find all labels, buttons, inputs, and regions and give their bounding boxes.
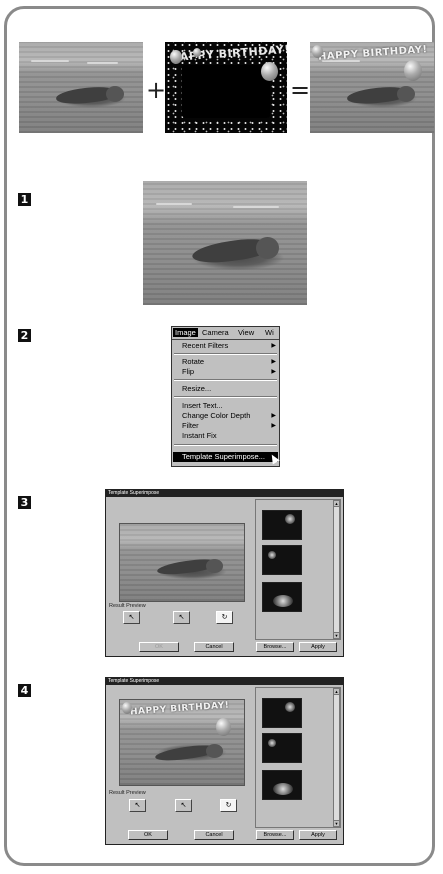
- menu-item-flip[interactable]: Flip ▶: [182, 367, 278, 377]
- cancel-button[interactable]: Cancel: [194, 642, 234, 652]
- step-4-badge: 4: [18, 684, 31, 697]
- plus-sign: +: [146, 76, 167, 104]
- template-thumbnail-2[interactable]: [262, 545, 302, 575]
- submenu-arrow-icon: ▶: [271, 423, 276, 429]
- template-list: ▲ ▼: [255, 687, 341, 828]
- menu-item-resize[interactable]: Resize...: [182, 384, 278, 394]
- tool-button-2[interactable]: ↖: [175, 799, 192, 812]
- submenu-arrow-icon: ▶: [271, 413, 276, 419]
- source-photo: [19, 42, 143, 133]
- template-thumbnail-2[interactable]: [262, 733, 302, 763]
- submenu-arrow-icon: ▶: [271, 369, 276, 375]
- browse-button[interactable]: Browse...: [256, 830, 294, 840]
- menu-item-instant-fix[interactable]: Instant Fix: [182, 431, 278, 441]
- menu-bar: Image Camera View Wi: [172, 327, 279, 340]
- equals-sign: =: [290, 76, 311, 104]
- menu-item-insert-text[interactable]: Insert Text...: [182, 401, 278, 411]
- tool-button-1[interactable]: ↖: [123, 611, 140, 624]
- apply-button[interactable]: Apply: [299, 830, 337, 840]
- template-thumbnail-3[interactable]: [262, 770, 302, 800]
- template-list-scrollbar[interactable]: ▲ ▼: [333, 688, 340, 827]
- dialog-title: Template Superimpose: [106, 678, 343, 685]
- browse-button[interactable]: Browse...: [256, 642, 294, 652]
- tool-button-3[interactable]: ↻: [220, 799, 237, 812]
- cancel-button[interactable]: Cancel: [194, 830, 234, 840]
- step-2-badge: 2: [18, 329, 31, 342]
- tool-button-1[interactable]: ↖: [129, 799, 146, 812]
- tool-button-2[interactable]: ↖: [173, 611, 190, 624]
- menu-window[interactable]: Wi: [265, 328, 274, 337]
- dialog-title: Template Superimpose: [106, 490, 343, 497]
- template-list-scrollbar[interactable]: ▲ ▼: [333, 500, 340, 639]
- image-menu: Image Camera View Wi Recent Filters ▶ Rot…: [171, 326, 280, 467]
- template-superimpose-dialog-before: Template Superimpose Result Preview ↖ ↖ …: [105, 489, 344, 657]
- result-photo: HAPPY BIRTHDAY!: [310, 42, 434, 133]
- apply-button[interactable]: Apply: [299, 642, 337, 652]
- submenu-arrow-icon: ▶: [271, 359, 276, 365]
- ok-button[interactable]: OK: [139, 642, 179, 652]
- ok-button[interactable]: OK: [128, 830, 168, 840]
- step-1-photo: [143, 181, 307, 305]
- template-superimpose-dialog-after: Template Superimpose HAPPY BIRTHDAY! Res…: [105, 677, 344, 845]
- step-1-badge: 1: [18, 193, 31, 206]
- template-thumbnail-1[interactable]: [262, 510, 302, 540]
- tool-button-3[interactable]: ↻: [216, 611, 233, 624]
- menu-item-recent-filters[interactable]: Recent Filters ▶: [182, 341, 278, 351]
- template-list: ▲ ▼: [255, 499, 341, 640]
- birthday-template: HAPPY BIRTHDAY!: [165, 42, 287, 133]
- step-3-badge: 3: [18, 496, 31, 509]
- menu-item-template-superimpose[interactable]: Template Superimpose...: [173, 452, 278, 462]
- menu-item-rotate[interactable]: Rotate ▶: [182, 357, 278, 367]
- menu-item-change-color-depth[interactable]: Change Color Depth ▶: [182, 411, 278, 421]
- menu-image[interactable]: Image: [173, 328, 198, 337]
- submenu-arrow-icon: ▶: [271, 343, 276, 349]
- preview-result-image: HAPPY BIRTHDAY!: [119, 699, 245, 786]
- result-preview-label: Result Preview: [109, 603, 146, 609]
- preview-template-text: HAPPY BIRTHDAY!: [129, 700, 230, 718]
- result-preview-label: Result Preview: [109, 790, 146, 796]
- template-thumbnail-1[interactable]: [262, 698, 302, 728]
- menu-view[interactable]: View: [238, 328, 254, 337]
- menu-camera[interactable]: Camera: [202, 328, 229, 337]
- template-thumbnail-3[interactable]: [262, 582, 302, 612]
- preview-image: [119, 523, 245, 602]
- menu-item-filter[interactable]: Filter ▶: [182, 421, 278, 431]
